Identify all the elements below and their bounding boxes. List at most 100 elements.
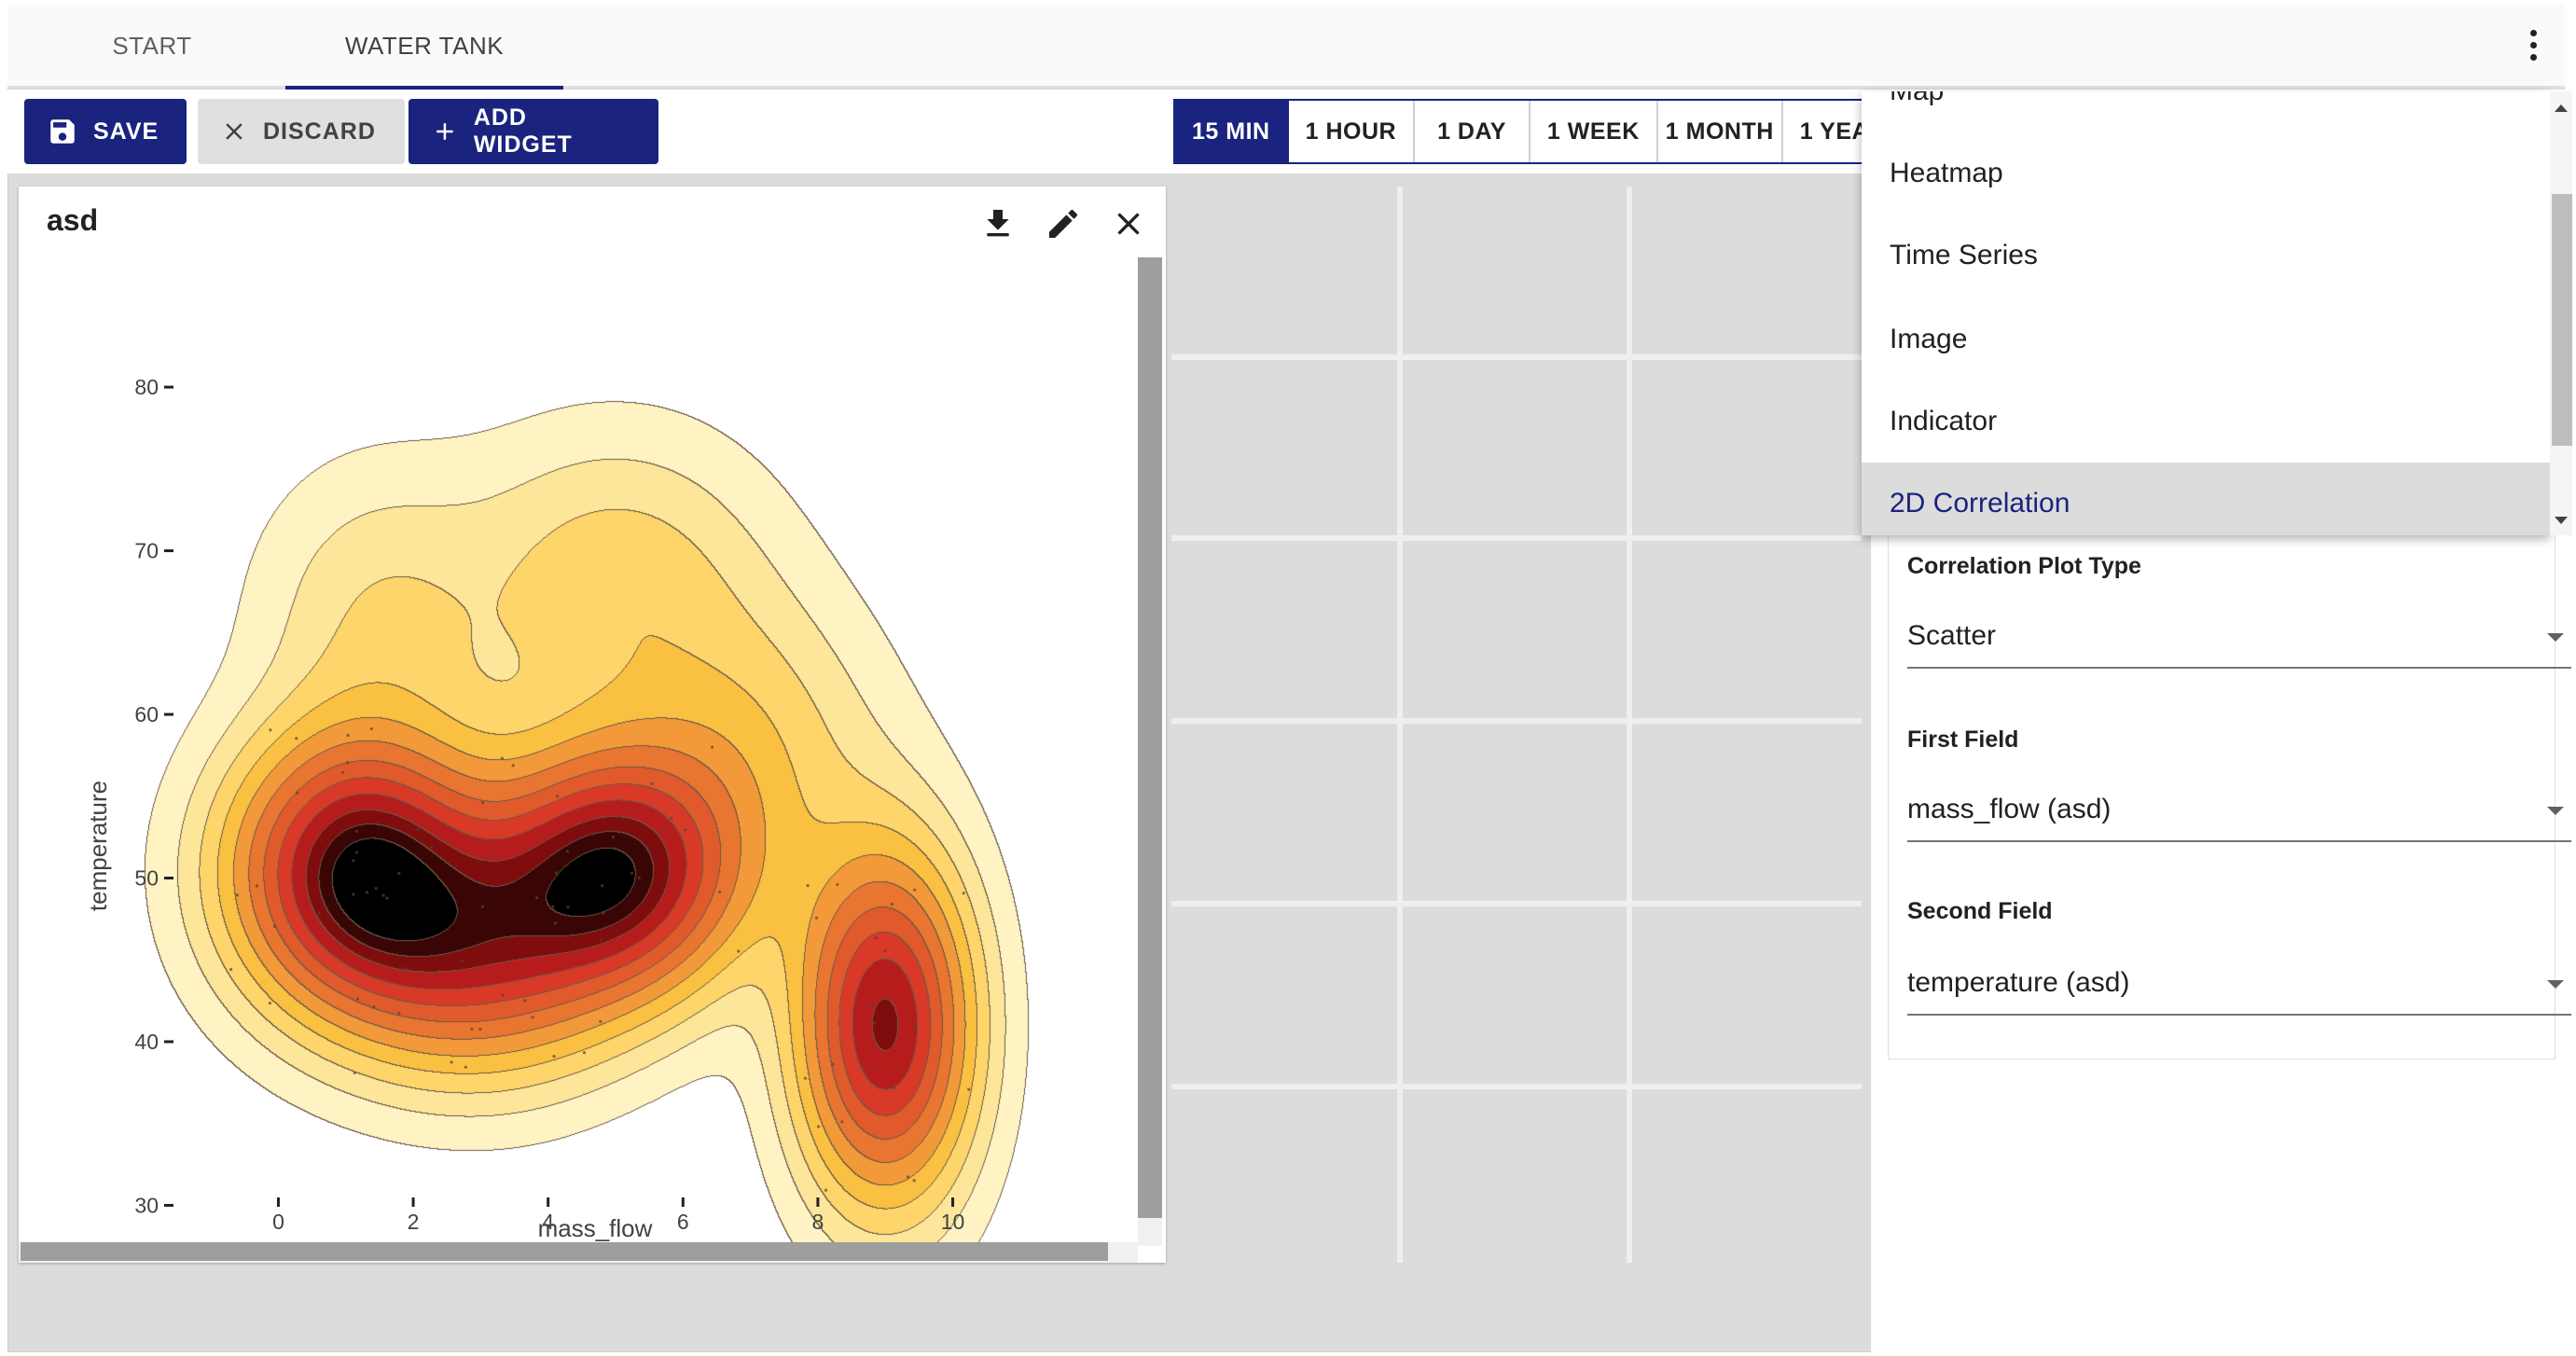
scatter-point (565, 850, 570, 853)
y-tick-label: 80 (134, 375, 159, 399)
discard-button[interactable]: DISCARD (198, 99, 405, 164)
scatter-point (397, 1011, 401, 1016)
scatter-point (372, 1005, 376, 1009)
scatter-point (481, 801, 485, 805)
scatter-point (806, 884, 810, 888)
menu-scrollbar[interactable] (2550, 91, 2572, 535)
scatter-point (480, 905, 485, 908)
scatter-point (551, 905, 555, 908)
x-tick-label: 8 (812, 1210, 824, 1234)
scatter-point (907, 1175, 910, 1179)
range-1-hour[interactable]: 1 HOUR (1289, 101, 1416, 162)
widget-vertical-scrollbar[interactable] (1138, 257, 1162, 1246)
scatter-point (397, 871, 401, 876)
scatter-point (670, 816, 673, 820)
scatter-point (913, 888, 917, 892)
scatter-point (612, 835, 616, 838)
scatter-point (662, 829, 666, 834)
caret-down-icon (2547, 980, 2564, 989)
scatter-point (890, 902, 894, 906)
scatter-point (501, 993, 505, 997)
y-tick-label: 60 (134, 702, 159, 726)
close-icon[interactable] (1110, 205, 1147, 242)
contour-fill (19, 252, 1138, 1250)
range-15-min[interactable]: 15 MIN (1175, 101, 1289, 162)
scatter-point (566, 906, 570, 909)
widget-horizontal-scrollbar[interactable] (19, 1242, 1138, 1263)
first-field-select[interactable]: mass_flow (asd) (1907, 786, 2571, 842)
menu-item-heatmap[interactable]: Heatmap (1862, 132, 2550, 214)
scatter-point (500, 756, 505, 760)
menu-item-time-series[interactable]: Time Series (1862, 214, 2550, 297)
save-icon (50, 119, 75, 144)
x-tick-label: 10 (941, 1210, 965, 1234)
x-tick-label: 2 (408, 1210, 420, 1234)
scatter-point (352, 892, 355, 896)
scatter-point (268, 1002, 272, 1005)
edit-icon[interactable] (1045, 205, 1082, 242)
plus-icon (436, 123, 453, 140)
scatter-point (535, 896, 539, 900)
range-1-week[interactable]: 1 WEEK (1530, 101, 1658, 162)
scatter-point (868, 1005, 872, 1009)
tab-water-tank[interactable]: WATER TANK (285, 4, 563, 90)
menu-item-indicator[interactable]: Indicator (1862, 381, 2550, 463)
plot-type-select[interactable]: Scatter (1907, 613, 2571, 669)
scatter-point (554, 871, 558, 875)
more-vert-icon[interactable] (2514, 26, 2552, 63)
scatter-point (369, 726, 373, 731)
range-1-month[interactable]: 1 MONTH (1658, 101, 1783, 162)
save-button[interactable]: SAVE (24, 99, 187, 164)
scatter-point (553, 921, 558, 925)
scatter-point (491, 851, 494, 855)
scatter-point (836, 882, 839, 887)
download-icon[interactable] (979, 205, 1017, 242)
scatter-point (511, 764, 515, 768)
scatter-point (354, 829, 358, 834)
scatter-point (599, 938, 602, 942)
scatter-point (430, 845, 434, 850)
scatter-point (599, 1019, 602, 1023)
save-label: SAVE (93, 118, 159, 145)
y-tick-label: 50 (134, 866, 159, 891)
y-tick-label: 70 (134, 539, 159, 563)
scatter-point (601, 884, 604, 888)
scatter-point (962, 892, 965, 895)
menu-item-map[interactable]: Map (1862, 91, 2550, 132)
second-field-select[interactable]: temperature (asd) (1907, 960, 2571, 1016)
correlation-contour-chart: 0 2 4 6 8 10304050607080 mass_flow temperatur… (19, 252, 1138, 1250)
plot-type-label: Correlation Plot Type (1907, 553, 2141, 579)
scatter-point (892, 1086, 896, 1089)
scatter-point (345, 761, 350, 765)
menu-item-image[interactable]: Image (1862, 298, 2550, 381)
scatter-point (354, 851, 359, 854)
second-field-label: Second Field (1907, 898, 2053, 924)
scatter-point (352, 859, 355, 863)
scatter-point (711, 745, 714, 749)
x-tick-label: 0 (272, 1210, 284, 1234)
menu-item-2d-correlation[interactable]: 2D Correlation (1862, 463, 2550, 535)
scatter-point (340, 770, 345, 774)
scroll-up-icon[interactable] (2555, 104, 2568, 112)
tab-start[interactable]: START (63, 4, 241, 88)
scatter-point (269, 728, 272, 732)
scatter-point (637, 876, 641, 880)
time-range-selector: 15 MIN 1 HOUR 1 DAY 1 WEEK 1 MONTH 1 YEA… (1173, 99, 1934, 164)
add-widget-button[interactable]: ADD WIDGET (409, 99, 658, 164)
scatter-point (436, 973, 439, 976)
scatter-point (355, 997, 360, 1001)
scatter-point (873, 1021, 877, 1025)
scatter-point (381, 893, 385, 897)
scatter-point (831, 1062, 835, 1066)
caret-down-icon (2547, 633, 2564, 642)
contour-layers (19, 252, 1138, 1250)
scatter-point (967, 1087, 971, 1091)
scatter-point (602, 911, 605, 915)
second-field-value: temperature (asd) (1907, 967, 2130, 998)
scroll-down-icon[interactable] (2555, 517, 2568, 524)
scatter-point (912, 1179, 916, 1183)
scatter-point (913, 1024, 917, 1028)
range-1-day[interactable]: 1 DAY (1415, 101, 1530, 162)
scatter-point (872, 1069, 876, 1072)
plot-type-value: Scatter (1907, 620, 1997, 651)
